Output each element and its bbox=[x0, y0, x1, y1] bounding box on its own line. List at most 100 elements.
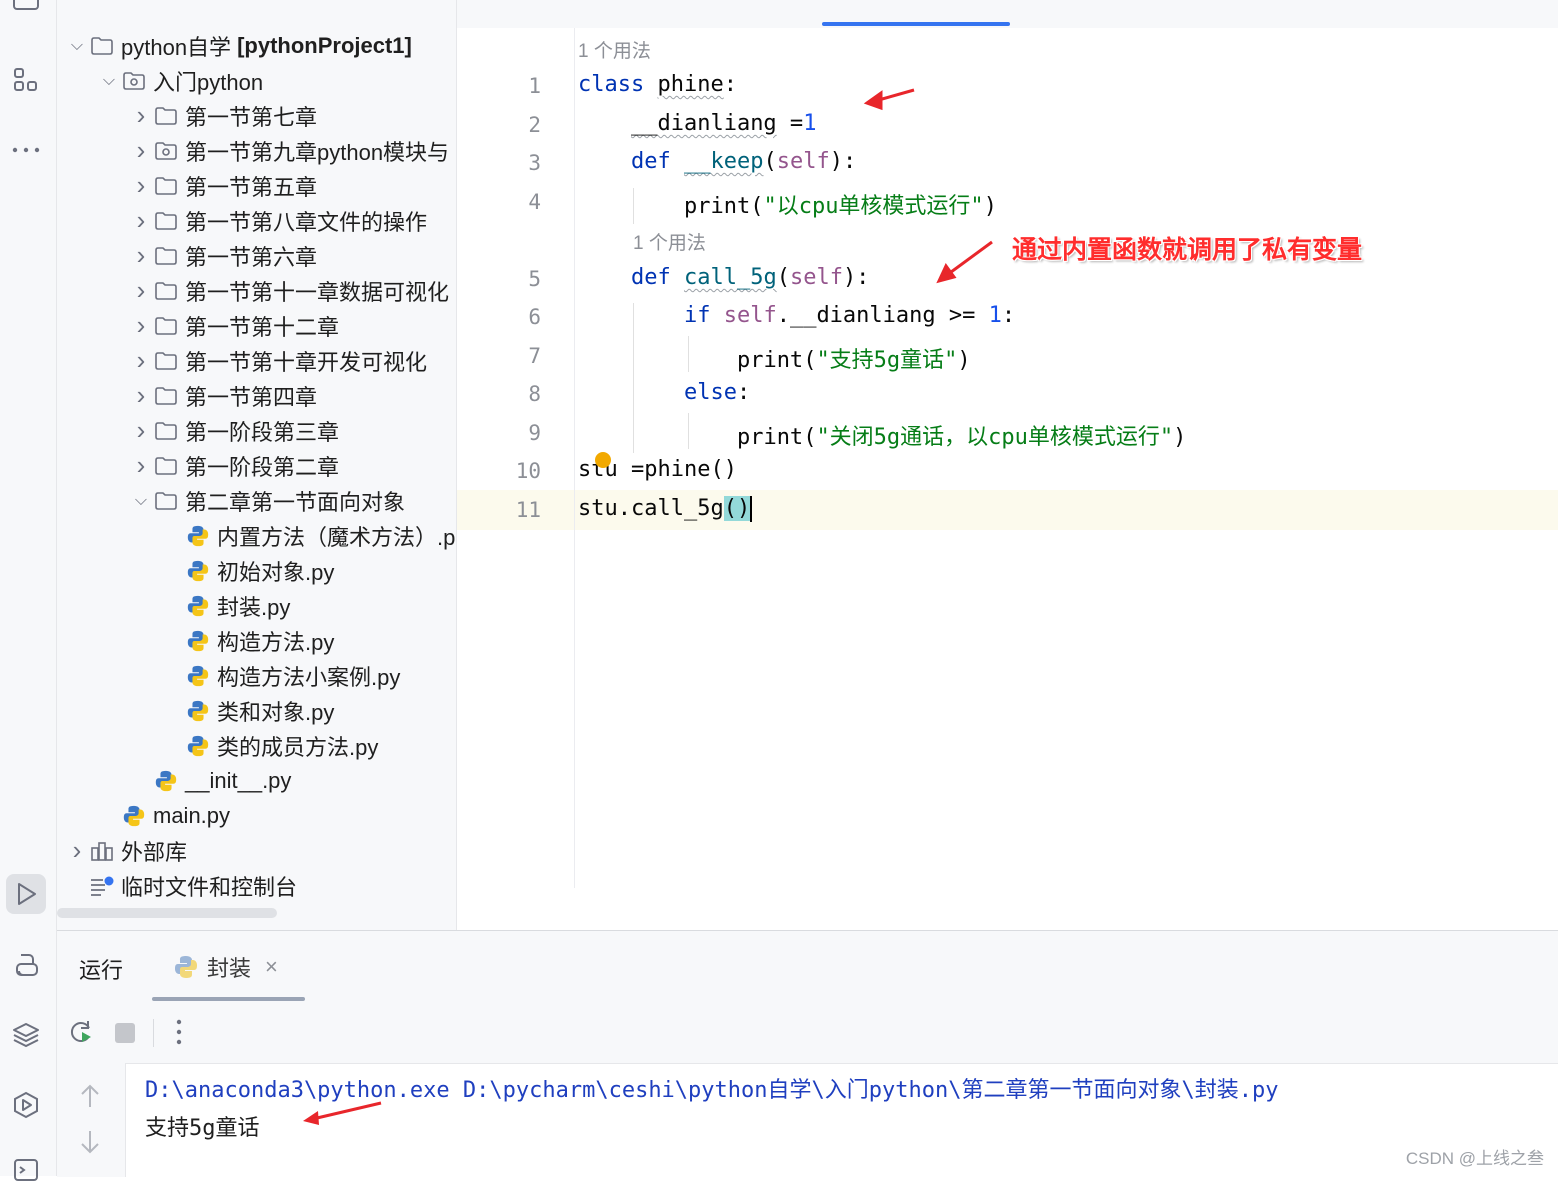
tree-item[interactable]: 内置方法（魔术方法）.p bbox=[161, 518, 455, 553]
tree-root[interactable]: ⌵ python自学 [pythonProject1] bbox=[65, 28, 412, 63]
tree-item-label: 内置方法（魔术方法）.p bbox=[217, 524, 456, 550]
chevron-right-icon[interactable]: › bbox=[129, 205, 153, 236]
tool-window-strip bbox=[0, 0, 57, 1181]
chevron-right-icon[interactable]: › bbox=[129, 380, 153, 411]
tree-item-label: 临时文件和控制台 bbox=[121, 874, 298, 900]
tree-item-label: main.py bbox=[153, 802, 231, 828]
tree-item[interactable]: › 第一节第七章 bbox=[129, 98, 317, 133]
folder-icon bbox=[153, 175, 179, 197]
folder-icon bbox=[153, 105, 179, 127]
tree-item[interactable]: __init__.py bbox=[129, 763, 291, 798]
tree-item[interactable]: 构造方法小案例.py bbox=[161, 658, 400, 693]
console-output: 支持5g童话 bbox=[145, 1116, 260, 1141]
python-file-icon bbox=[185, 560, 211, 582]
tree-item[interactable]: › 第一节第十二章 bbox=[129, 308, 339, 343]
chevron-right-icon[interactable]: › bbox=[129, 310, 153, 341]
tree-item-label: 第一阶段第三章 bbox=[185, 419, 340, 445]
tree-item[interactable]: › 第一节第四章 bbox=[129, 378, 317, 413]
tree-item[interactable]: › 外部库 bbox=[65, 833, 187, 868]
tree-item[interactable]: › 第一阶段第三章 bbox=[129, 413, 339, 448]
tree-item-label: 入门python bbox=[153, 69, 264, 95]
tree-item[interactable]: › 第一节第八章文件的操作 bbox=[129, 203, 427, 238]
layers-icon[interactable] bbox=[6, 1015, 46, 1055]
chevron-right-icon[interactable]: › bbox=[65, 835, 89, 866]
tree-item-label: 构造方法.py bbox=[217, 629, 335, 655]
annotation-text: 通过内置函数就调用了私有变量 bbox=[1012, 235, 1363, 264]
run-panel-title: 运行 bbox=[79, 958, 124, 983]
chevron-right-icon[interactable]: › bbox=[129, 100, 153, 131]
tree-item[interactable]: 封装.py bbox=[161, 588, 290, 623]
tree-item[interactable]: › 第一节第九章python模块与 bbox=[129, 133, 449, 168]
folder-icon bbox=[153, 385, 179, 407]
root-project-name: [pythonProject1] bbox=[237, 32, 412, 58]
tree-item-label: 第一节第四章 bbox=[185, 384, 318, 410]
more-vertical-icon[interactable] bbox=[175, 1017, 183, 1052]
tree-item[interactable]: 类的成员方法.py bbox=[161, 728, 378, 763]
arrow-line bbox=[946, 240, 993, 277]
tree-item[interactable]: › 第一节第五章 bbox=[129, 168, 317, 203]
scroll-up-icon[interactable] bbox=[79, 1083, 101, 1114]
scratch-icon bbox=[89, 875, 115, 897]
chevron-right-icon[interactable]: › bbox=[129, 275, 153, 306]
annotation-arrow bbox=[303, 1101, 382, 1125]
tree-item-label: 第一节第十一章数据可视化 bbox=[185, 279, 450, 305]
run-tab[interactable]: 封装 × bbox=[173, 947, 278, 987]
services-icon[interactable] bbox=[6, 1085, 46, 1125]
tree-item[interactable]: › 第一节第六章 bbox=[129, 238, 317, 273]
package-icon bbox=[121, 70, 147, 92]
chevron-down-icon[interactable]: ⌵ bbox=[129, 492, 153, 510]
run-tool-icon[interactable] bbox=[6, 874, 46, 914]
stop-icon[interactable] bbox=[115, 1023, 135, 1043]
tree-item-label: 第一节第九章python模块与 bbox=[185, 139, 450, 165]
more-icon[interactable] bbox=[6, 130, 46, 170]
tree-item[interactable]: main.py bbox=[97, 798, 230, 833]
chevron-right-icon[interactable]: › bbox=[129, 135, 153, 166]
folder-icon[interactable] bbox=[6, 0, 46, 20]
chevron-down-icon[interactable]: ⌵ bbox=[97, 72, 121, 90]
tree-item-label: 封装.py bbox=[217, 594, 291, 620]
tree-item[interactable]: 临时文件和控制台 bbox=[65, 868, 297, 903]
watermark: CSDN @上线之叁 bbox=[1405, 1149, 1544, 1168]
horizontal-scrollbar[interactable] bbox=[57, 908, 277, 918]
tree-item[interactable]: › 第一节第十一章数据可视化 bbox=[129, 273, 449, 308]
tree-item-label: 类的成员方法.py bbox=[217, 734, 379, 760]
tree-item-label: 第一节第十二章 bbox=[185, 314, 340, 340]
python-file-icon bbox=[185, 630, 211, 652]
scroll-down-icon[interactable] bbox=[79, 1129, 101, 1160]
tree-item[interactable]: ⌵ 第二章第一节面向对象 bbox=[129, 483, 405, 518]
python-file-icon bbox=[185, 525, 211, 547]
structure-icon[interactable] bbox=[6, 60, 46, 100]
tree-item-label: 第一节第十章开发可视化 bbox=[185, 349, 428, 375]
python-file-icon bbox=[121, 805, 147, 827]
project-panel: ⌵ python自学 [pythonProject1] ⌵ 入门python › 第一… bbox=[57, 0, 457, 930]
terminal-icon[interactable] bbox=[6, 1150, 46, 1190]
run-panel: 运行 封装 × D:\anaconda3\python.exe D:\pycha… bbox=[57, 930, 1558, 1177]
tree-item-label: 第一节第五章 bbox=[185, 174, 318, 200]
folder-icon bbox=[153, 490, 179, 512]
tree-item[interactable]: › 第一节第十章开发可视化 bbox=[129, 343, 427, 378]
arrow-head bbox=[863, 90, 883, 111]
tree-item[interactable]: ⌵ 入门python bbox=[97, 63, 263, 98]
tree-item[interactable]: 初始对象.py bbox=[161, 553, 334, 588]
rerun-icon[interactable] bbox=[67, 1018, 95, 1051]
folder-icon bbox=[153, 245, 179, 267]
chevron-down-icon[interactable]: ⌵ bbox=[65, 37, 89, 55]
tree-item-label: 第一节第七章 bbox=[185, 104, 318, 130]
python-file-icon bbox=[173, 954, 199, 980]
chevron-right-icon[interactable]: › bbox=[129, 345, 153, 376]
tree-item-label: 类和对象.py bbox=[217, 699, 335, 725]
python-file-icon bbox=[185, 700, 211, 722]
folder-icon bbox=[153, 280, 179, 302]
python-file-icon bbox=[185, 735, 211, 757]
python-console-icon[interactable] bbox=[6, 945, 46, 985]
chevron-right-icon[interactable]: › bbox=[129, 450, 153, 481]
tree-item[interactable]: 构造方法.py bbox=[161, 623, 334, 658]
chevron-right-icon[interactable]: › bbox=[129, 415, 153, 446]
close-icon[interactable]: × bbox=[265, 954, 278, 980]
tree-item[interactable]: › 第一阶段第二章 bbox=[129, 448, 339, 483]
tree-item[interactable]: 类和对象.py bbox=[102, 693, 456, 728]
folder-icon bbox=[153, 350, 179, 372]
chevron-right-icon[interactable]: › bbox=[129, 170, 153, 201]
folder-icon bbox=[153, 455, 179, 477]
chevron-right-icon[interactable]: › bbox=[129, 240, 153, 271]
